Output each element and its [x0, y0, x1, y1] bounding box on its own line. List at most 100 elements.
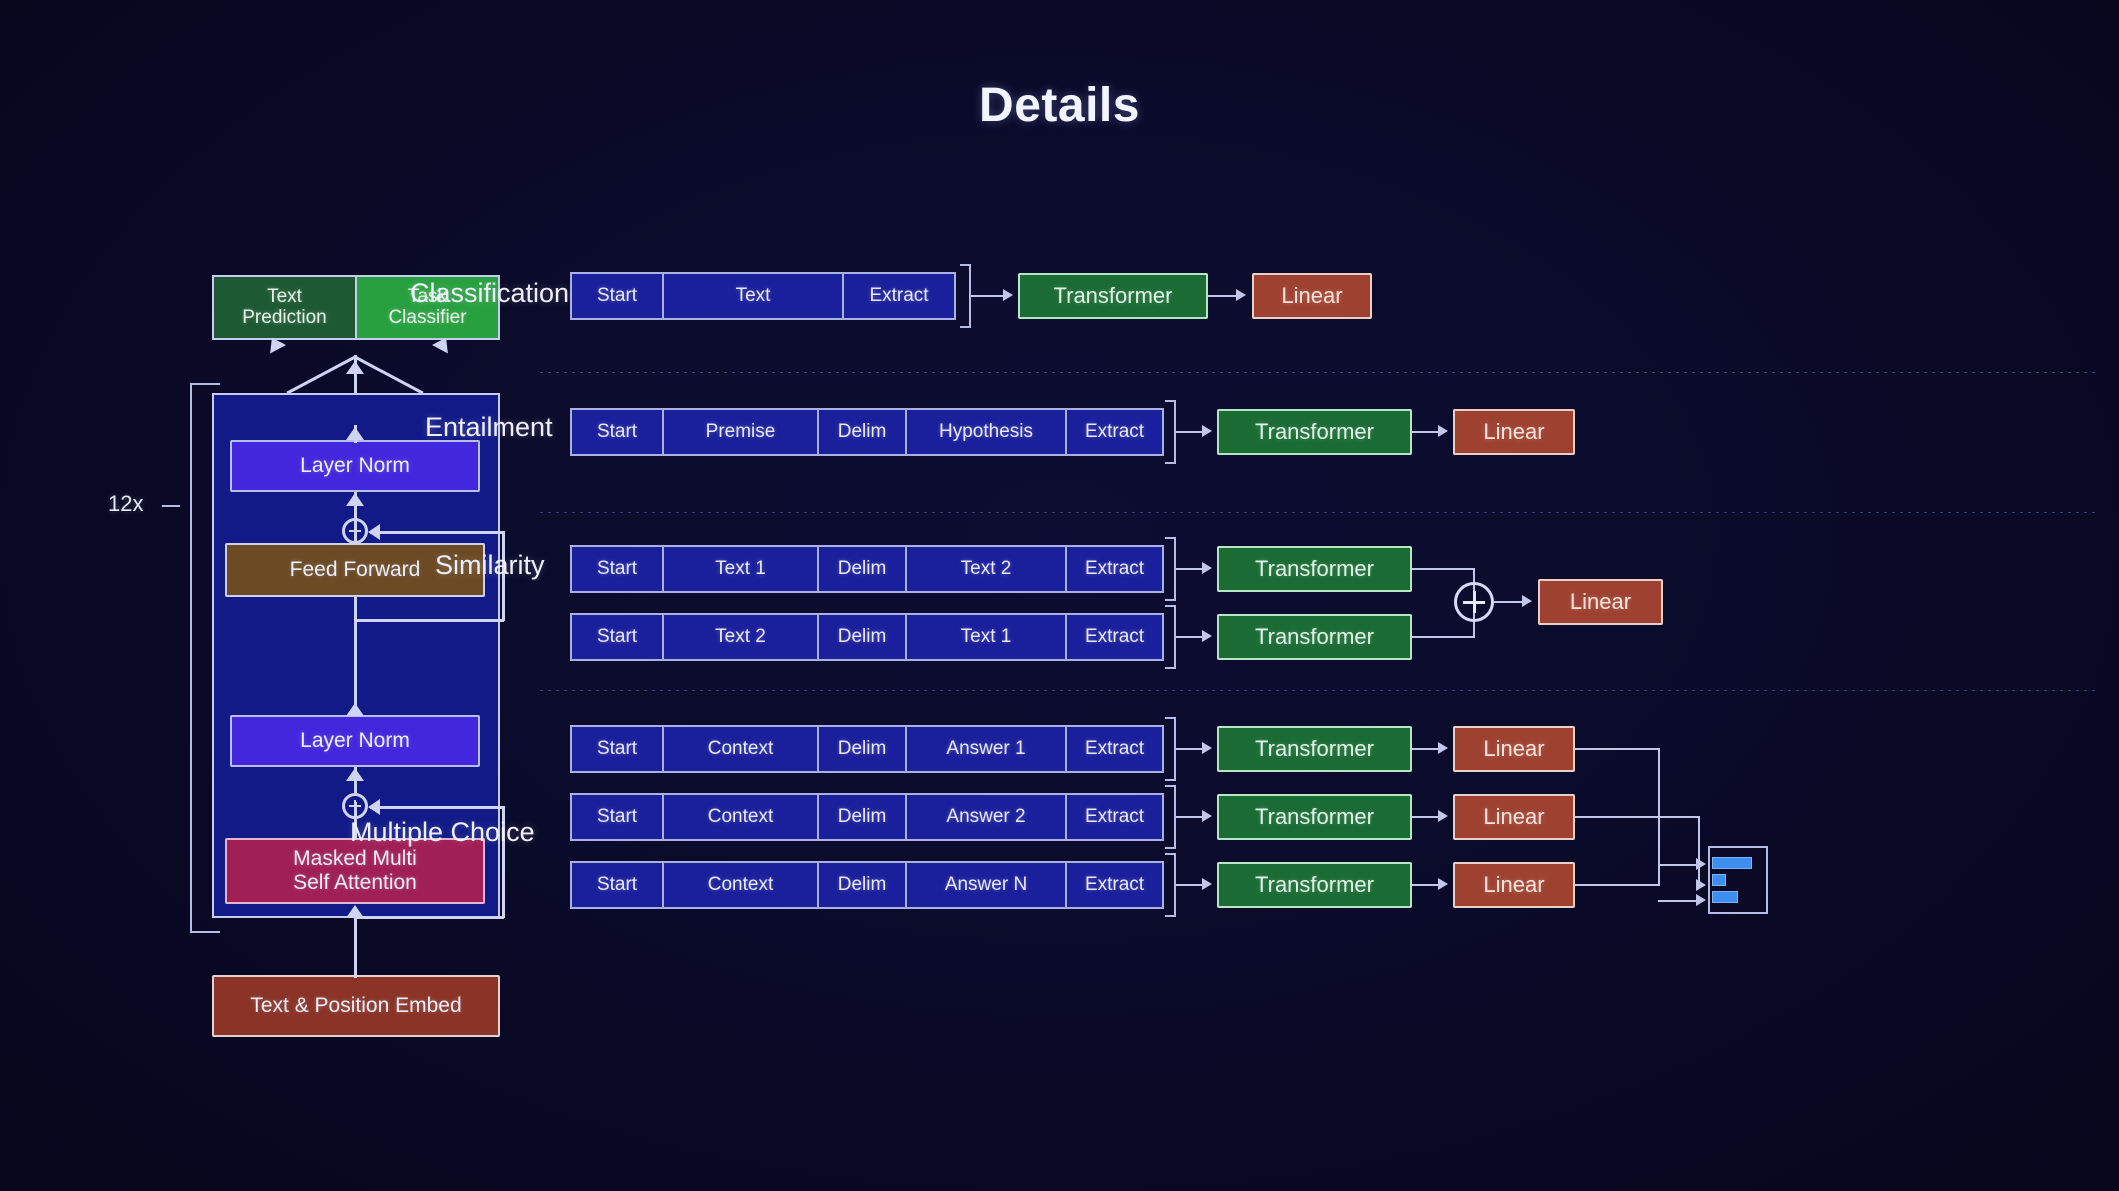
- softmax-bar-3: [1712, 891, 1738, 903]
- linear-similarity: Linear: [1538, 579, 1663, 625]
- arrowhead-cls-to-transformer: [1003, 289, 1013, 301]
- token-answer-n: Answer N: [907, 863, 1067, 907]
- task-label-classification: Classification: [410, 278, 570, 308]
- linear-label: Linear: [1483, 803, 1545, 829]
- mcn-out-hline: [1575, 884, 1660, 886]
- token-text-1: Text 1: [664, 547, 819, 591]
- linear-mc-n: Linear: [1453, 862, 1575, 908]
- feed-forward-label: Feed Forward: [289, 558, 421, 582]
- transformer-label: Transformer: [1255, 735, 1374, 761]
- token-sequence-classification: Start Text Extract: [570, 272, 956, 320]
- layer-norm-bottom-label: Layer Norm: [300, 729, 410, 753]
- token-text-2: Text 2: [907, 547, 1067, 591]
- linear-mc-2: Linear: [1453, 794, 1575, 840]
- mc1-out-hline: [1575, 748, 1660, 750]
- residual-bottom-hline-high: [370, 806, 504, 809]
- linear-label: Linear: [1281, 282, 1343, 308]
- softmax-bar-2: [1712, 874, 1726, 886]
- token-sequence-similarity-1: Start Text 1 Delim Text 2 Extract: [570, 545, 1164, 593]
- token-delim: Delim: [819, 615, 907, 659]
- token-delim: Delim: [819, 795, 907, 839]
- group-bracket-classification: [960, 264, 971, 328]
- residual-add-top: [342, 518, 368, 544]
- token-answer-2: Answer 2: [907, 795, 1067, 839]
- group-bracket-mc-1: [1165, 717, 1176, 781]
- arrowhead-sim1-to-transformer: [1202, 562, 1212, 574]
- arrowhead-cls-to-linear: [1236, 289, 1246, 301]
- softmax-bar-1: [1712, 857, 1752, 869]
- arrowhead-mc2-to-linear: [1438, 810, 1448, 822]
- masked-attention-label: Masked Multi Self Attention: [293, 847, 417, 894]
- residual-bottom-hline-low: [354, 916, 504, 919]
- group-bracket-similarity-2: [1165, 605, 1176, 669]
- linear-label: Linear: [1483, 871, 1545, 897]
- task-label-multiple-choice: Multiple Choice: [350, 817, 535, 847]
- divider-1: [540, 372, 2100, 373]
- residual-bottom-arrow: [368, 799, 380, 815]
- token-extract: Extract: [1067, 410, 1162, 454]
- token-context: Context: [664, 727, 819, 771]
- token-sequence-mc-1: Start Context Delim Answer 1 Extract: [570, 725, 1164, 773]
- token-start: Start: [572, 274, 664, 318]
- linear-label: Linear: [1483, 418, 1545, 444]
- transformer-label: Transformer: [1255, 555, 1374, 581]
- arrowhead-mcn-to-transformer: [1202, 878, 1212, 890]
- transformer-mc-n: Transformer: [1217, 862, 1412, 908]
- arrowhead-ent-to-transformer: [1202, 425, 1212, 437]
- residual-top-hline-high: [370, 531, 504, 534]
- token-start: Start: [572, 863, 664, 907]
- token-start: Start: [572, 615, 664, 659]
- arrowhead-mc1-to-linear: [1438, 742, 1448, 754]
- layer-norm-bottom-box: Layer Norm: [230, 715, 480, 767]
- mc2-out-hline: [1575, 816, 1700, 818]
- token-start: Start: [572, 727, 664, 771]
- token-context: Context: [664, 795, 819, 839]
- mcn-into-softmax: [1658, 900, 1700, 902]
- token-text: Text: [664, 274, 844, 318]
- transformer-label: Transformer: [1255, 623, 1374, 649]
- repeat-bracket-tick: [162, 505, 180, 507]
- token-text-2: Text 2: [664, 615, 819, 659]
- linear-label: Linear: [1483, 735, 1545, 761]
- task-label-similarity: Similarity: [435, 550, 545, 580]
- transformer-classification: Transformer: [1018, 273, 1208, 319]
- layer-norm-top-label: Layer Norm: [300, 454, 410, 478]
- token-delim: Delim: [819, 727, 907, 771]
- arrowhead-mcn-softmax: [1696, 894, 1706, 906]
- token-context: Context: [664, 863, 819, 907]
- token-text-1: Text 1: [907, 615, 1067, 659]
- token-hypothesis: Hypothesis: [907, 410, 1067, 454]
- add-to-layernorm-top-line: [354, 492, 357, 518]
- group-bracket-entailment: [1165, 400, 1176, 464]
- transformer-label: Transformer: [1053, 282, 1173, 308]
- sim2-merge-hline: [1412, 636, 1474, 638]
- mcn-out-vline: [1658, 835, 1660, 885]
- token-extract: Extract: [1067, 547, 1162, 591]
- layernorm-bottom-arrow: [346, 703, 364, 716]
- mc1-into-softmax: [1658, 864, 1700, 866]
- token-extract: Extract: [1067, 615, 1162, 659]
- arrowhead-sum-to-linear: [1522, 595, 1532, 607]
- arrowhead-mc2-to-transformer: [1202, 810, 1212, 822]
- transformer-label: Transformer: [1255, 418, 1374, 444]
- layer-norm-top-box: Layer Norm: [230, 440, 480, 492]
- sim1-merge-hline: [1412, 568, 1474, 570]
- token-start: Start: [572, 795, 664, 839]
- text-position-embed-box: Text & Position Embed: [212, 975, 500, 1037]
- residual-add-bottom: [342, 793, 368, 819]
- token-start: Start: [572, 410, 664, 454]
- token-extract: Extract: [1067, 795, 1162, 839]
- token-sequence-similarity-2: Start Text 2 Delim Text 1 Extract: [570, 613, 1164, 661]
- group-bracket-mc-n: [1165, 853, 1176, 917]
- group-bracket-similarity-1: [1165, 537, 1176, 601]
- layernorm-bottom-to-ff-line: [354, 597, 357, 715]
- token-sequence-entailment: Start Premise Delim Hypothesis Extract: [570, 408, 1164, 456]
- connector-cls-to-transformer: [971, 295, 1007, 297]
- token-delim: Delim: [819, 863, 907, 907]
- layernorm-top-out-line: [354, 425, 357, 443]
- block-output-arrowhead: [346, 361, 364, 374]
- group-bracket-mc-2: [1165, 785, 1176, 849]
- transformer-architecture-diagram: 12x Text Prediction Task Classifier Layer …: [108, 275, 540, 1045]
- transformer-similarity-2: Transformer: [1217, 614, 1412, 660]
- task-label-entailment: Entailment: [425, 412, 553, 442]
